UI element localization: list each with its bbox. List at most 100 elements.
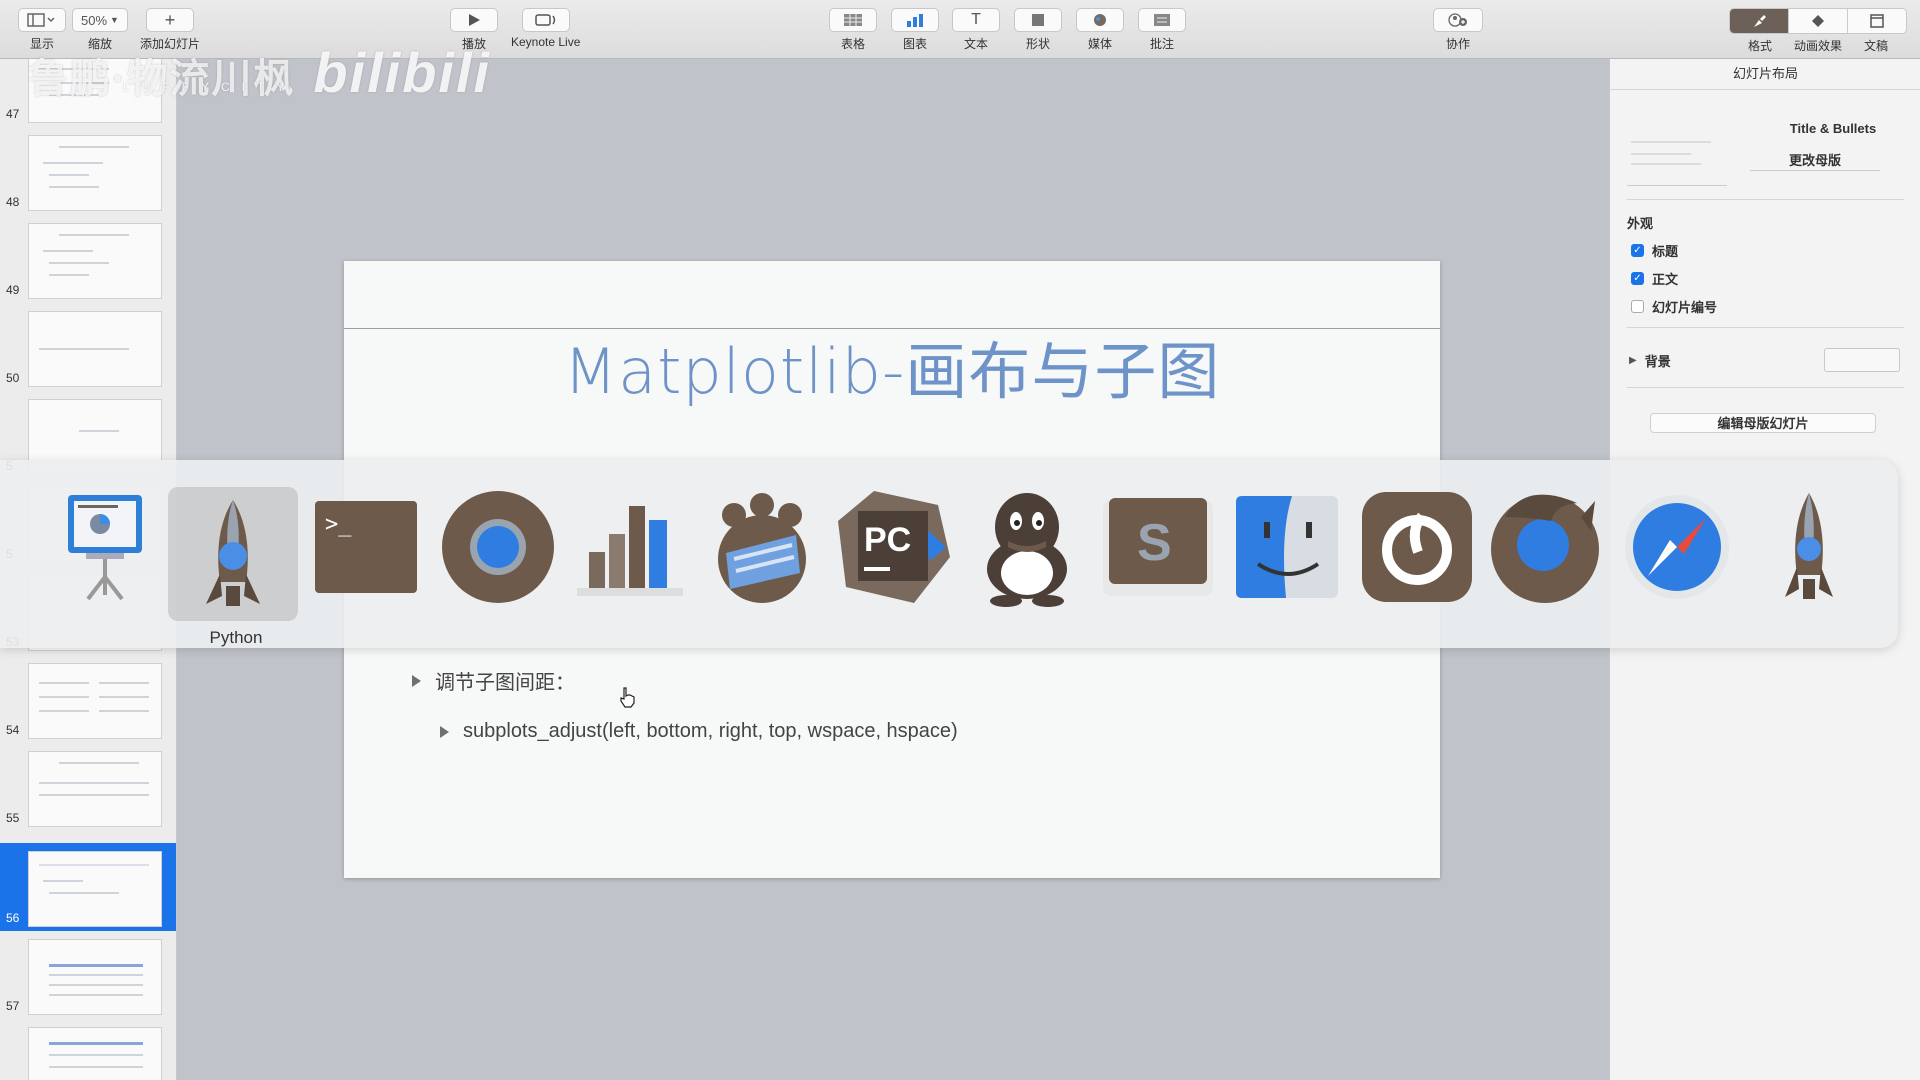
media-icon [1094,14,1106,26]
photo-app[interactable] [697,482,827,612]
shape-label: 形状 [1025,37,1050,51]
watermark-text: 鲁鹏·物流川枫 [28,57,296,101]
bullet-level-1[interactable]: 调节子图间距： [412,666,575,695]
zoom-value: 50% [81,12,108,28]
python-icon [1785,493,1833,599]
keynote-app[interactable] [40,482,170,612]
chrome-icon [442,491,554,603]
slide-title[interactable]: Matplotlib-画布与子图 [344,321,1440,411]
slide-thumbnail [28,663,162,739]
slide-thumb-58[interactable] [0,1019,176,1080]
text-control[interactable]: T 文本 [952,8,1000,52]
finder-app[interactable] [1222,482,1352,612]
collaborate-button[interactable] [1433,8,1483,32]
body-checkbox[interactable]: ✓ [1631,272,1644,285]
slide-thumbnail [28,223,162,299]
slide-number: 57 [6,999,20,1013]
play-button[interactable] [450,8,498,32]
chart-button[interactable] [891,8,939,32]
slide-thumb-55[interactable]: 55 [0,743,176,831]
play-icon [469,14,480,26]
background-disclosure[interactable]: ▶ 背景 [1629,351,1671,370]
add-slide-button[interactable]: + [146,8,194,32]
comment-button[interactable] [1138,8,1186,32]
slide-number-checkbox[interactable] [1631,300,1644,313]
svg-text:>_: >_ [325,512,352,537]
netease-music-app[interactable] [1352,482,1482,612]
safari-app[interactable] [1612,482,1742,612]
body-checkbox-row[interactable]: ✓ 正文 [1631,269,1678,288]
video-watermark: 鲁鹏·物流川枫 bilibili LUFFYCITY [28,40,491,105]
chevron-down-icon: ▼ [110,15,119,25]
keynote-live-control[interactable]: Keynote Live [511,8,580,49]
table-button[interactable] [829,8,877,32]
layout-preview[interactable] [1627,127,1727,186]
divider [1627,387,1904,388]
title-checkbox[interactable]: ✓ [1631,244,1644,257]
pycharm-app[interactable]: PC [829,482,959,612]
slide-number: 50 [6,371,20,385]
slide-thumbnail [28,311,162,387]
edit-master-slide-button[interactable]: 编辑母版幻灯片 [1650,413,1876,433]
media-label: 媒体 [1087,37,1112,51]
sublime-text-app[interactable]: S [1093,482,1223,612]
bilibili-logo: bilibili [313,41,492,104]
numbers-app[interactable] [565,482,695,612]
change-master-button[interactable]: 更改母版 [1750,151,1880,171]
comment-control[interactable]: 批注 [1138,8,1186,52]
keynote-live-icon [534,14,555,26]
chrome-app[interactable] [433,482,563,612]
qq-app[interactable] [962,482,1092,612]
inspector-tabs: 格式 动画效果 文稿 [1729,8,1907,54]
chart-control[interactable]: 图表 [891,8,939,52]
view-button[interactable] [18,8,66,32]
text-label: 文本 [963,37,988,51]
slide-thumbnail [28,135,162,211]
terminal-app[interactable]: >_ [301,482,431,612]
svg-text:PC: PC [864,521,911,559]
document-icon [1870,14,1884,28]
zoom-select[interactable]: 50% ▼ [72,8,128,32]
selected-app-label: Python [209,628,263,647]
background-label: 背景 [1644,354,1671,369]
python-app[interactable] [1744,482,1874,612]
slide-number: 47 [6,107,20,121]
layout-name: Title & Bullets [1789,121,1877,136]
python-launcher-app[interactable] [168,487,298,621]
slide-number: 49 [6,283,20,297]
netease-music-icon [1362,492,1472,602]
slide-number: 56 [6,911,20,925]
comment-icon [1154,14,1170,26]
slide-number: 48 [6,195,20,209]
firefox-icon [1491,494,1599,603]
media-button[interactable] [1076,8,1124,32]
slide-thumb-50[interactable]: 50 [0,303,176,391]
keynote-icon [68,495,142,601]
text-button[interactable]: T [952,8,1000,32]
shape-icon [1032,14,1044,26]
slide-thumb-48[interactable]: 48 [0,127,176,215]
slide-thumb-56[interactable]: 56 [0,843,176,931]
document-tab[interactable] [1848,9,1906,33]
shape-button[interactable] [1014,8,1062,32]
bullet-triangle-icon [440,725,449,738]
slide-number: 54 [6,723,20,737]
slide-thumb-49[interactable]: 49 [0,215,176,303]
format-tab[interactable] [1730,9,1789,33]
media-control[interactable]: 媒体 [1076,8,1124,52]
animate-label: 动画效果 [1793,39,1842,53]
background-color-well[interactable] [1824,348,1900,372]
firefox-app[interactable] [1480,482,1610,612]
slide-thumb-57[interactable]: 57 [0,931,176,1019]
title-checkbox-row[interactable]: ✓ 标题 [1631,241,1678,260]
collaborate-control[interactable]: 协作 [1433,8,1483,52]
slide-number-checkbox-row[interactable]: 幻灯片编号 [1631,297,1717,316]
plus-icon: + [164,9,176,30]
animate-tab[interactable] [1789,9,1848,33]
inspector-segmented-control [1729,8,1907,34]
bullet-level-2[interactable]: subplots_adjust(left, bottom, right, top… [440,720,958,743]
slide-thumb-54[interactable]: 54 [0,655,176,743]
keynote-live-button[interactable] [521,8,570,32]
table-control[interactable]: 表格 [829,8,877,52]
shape-control[interactable]: 形状 [1014,8,1062,52]
